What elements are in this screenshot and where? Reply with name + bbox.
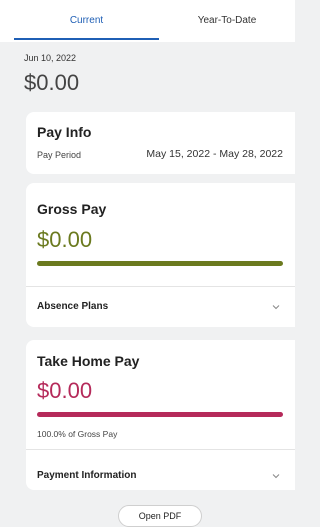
take-home-pay-bar-fill [37, 412, 283, 417]
active-tab-indicator [14, 38, 159, 40]
chevron-down-icon[interactable] [271, 471, 281, 481]
pay-period-label: Pay Period [37, 150, 82, 160]
payment-information-label[interactable]: Payment Information [37, 470, 136, 481]
gross-pay-bar-fill [37, 261, 283, 266]
percent-of-gross: 100.0% of Gross Pay [37, 429, 118, 439]
net-total: $0.00 [24, 70, 80, 95]
take-home-pay-bar [37, 412, 283, 417]
take-home-pay-amount: $0.00 [37, 378, 93, 403]
tab-year-to-date[interactable]: Year-To-Date [159, 0, 295, 40]
take-home-pay-card: Take Home Pay $0.00 100.0% of Gross Pay … [26, 340, 295, 490]
pay-info-title: Pay Info [37, 124, 92, 140]
divider [26, 286, 295, 287]
open-pdf-button[interactable]: Open PDF [118, 505, 202, 527]
take-home-pay-title: Take Home Pay [37, 353, 140, 369]
tab-current[interactable]: Current [14, 0, 159, 40]
pay-period-value: May 15, 2022 - May 28, 2022 [146, 148, 283, 160]
pay-info-card[interactable]: Pay Info Pay Period May 15, 2022 - May 2… [26, 112, 295, 174]
chevron-down-icon[interactable] [271, 302, 281, 312]
pay-date: Jun 10, 2022 [24, 53, 77, 63]
gross-pay-amount: $0.00 [37, 227, 93, 252]
divider [26, 449, 295, 450]
gross-pay-title: Gross Pay [37, 201, 107, 217]
gross-pay-bar [37, 261, 283, 266]
top-tab-bar: Current Year-To-Date [0, 0, 295, 42]
absence-plans-label[interactable]: Absence Plans [37, 301, 108, 312]
gross-pay-card: Gross Pay $0.00 Absence Plans [26, 183, 295, 327]
